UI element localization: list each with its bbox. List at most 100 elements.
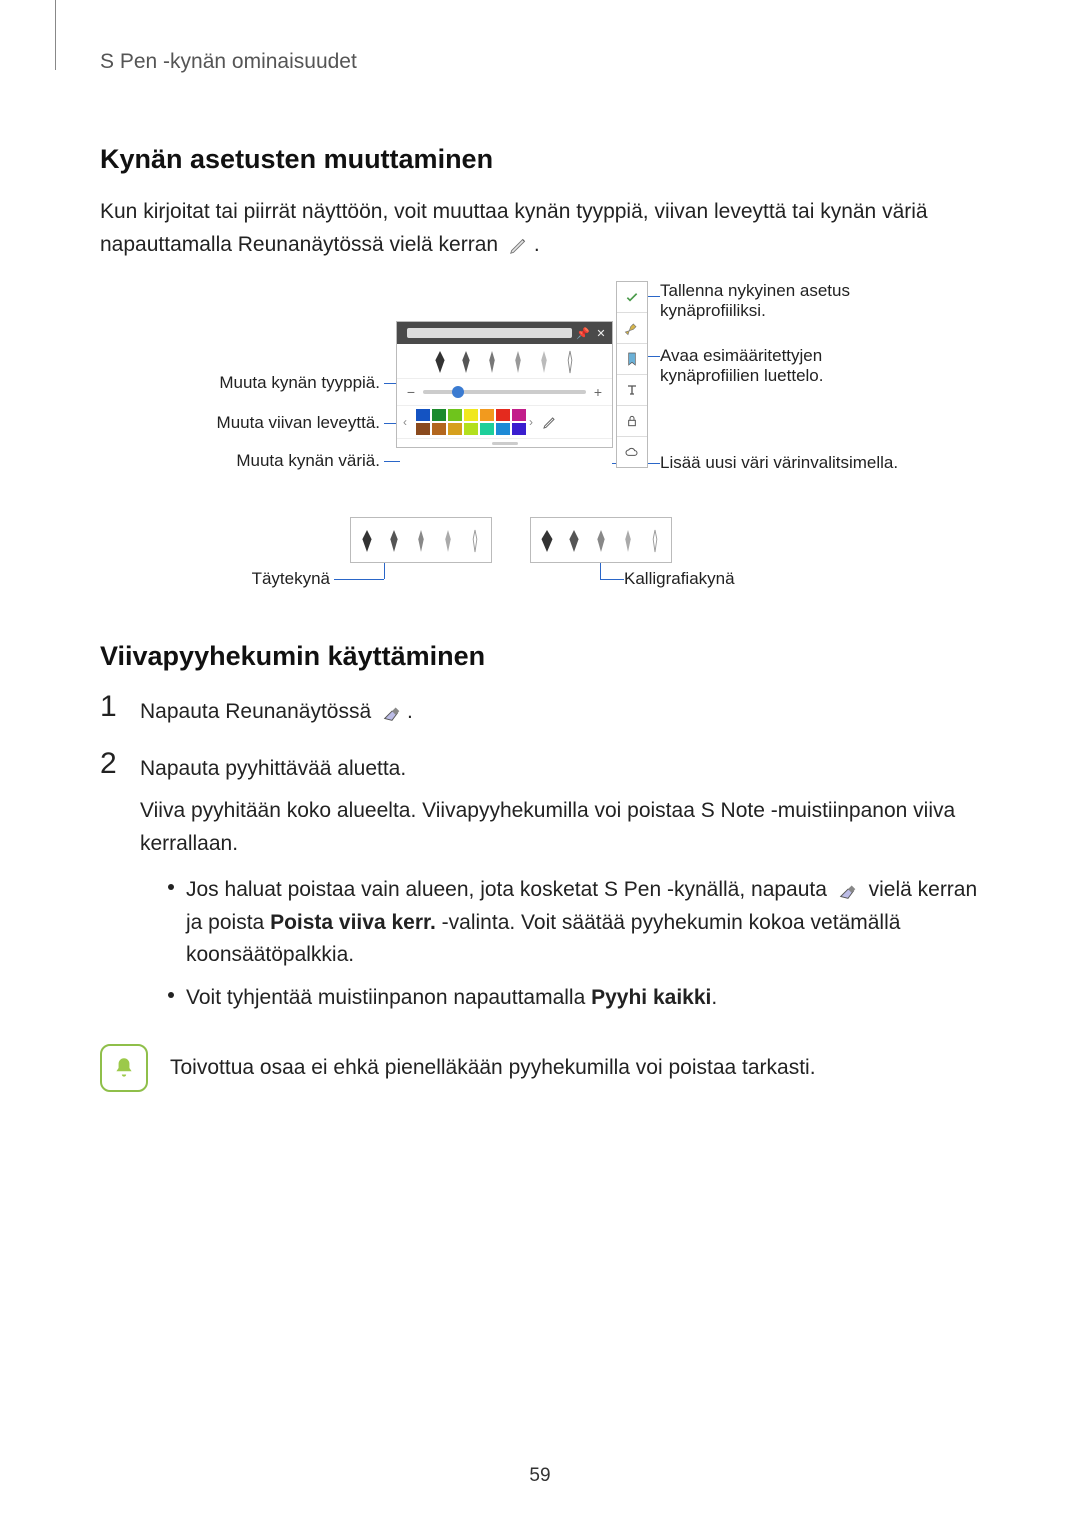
swatch[interactable] xyxy=(448,423,462,435)
color-picker-icon[interactable] xyxy=(542,414,558,430)
nib-icon xyxy=(643,526,667,554)
line-width-row[interactable]: − + xyxy=(397,379,612,406)
lock-button[interactable] xyxy=(617,406,647,437)
step1-end: . xyxy=(407,700,413,723)
callout-calligraphy-pen: Kalligrafiakynä xyxy=(624,569,735,589)
calligraphy-pen-preview xyxy=(530,517,672,563)
pen-nib-4[interactable] xyxy=(506,347,530,375)
pen-nib-1[interactable] xyxy=(428,347,452,375)
minus-icon[interactable]: − xyxy=(405,384,417,400)
margin-rule xyxy=(55,0,56,70)
step-2-body: Napauta pyyhittävää aluetta. Viiva pyyhi… xyxy=(140,749,980,1025)
pen-nib-5[interactable] xyxy=(532,347,556,375)
note-icon-box xyxy=(100,1044,148,1092)
eraser-icon xyxy=(837,880,859,902)
bookmark-icon xyxy=(624,351,640,367)
section1-intro-end: . xyxy=(534,233,540,256)
bullet-icon xyxy=(168,874,174,972)
text-button[interactable] xyxy=(617,375,647,406)
pen-icon xyxy=(508,234,530,256)
b1-a: Jos haluat poistaa vain alueen, jota kos… xyxy=(186,878,833,901)
chevron-right-icon[interactable]: › xyxy=(529,415,539,429)
step2-text: Napauta pyyhittävää aluetta. xyxy=(140,753,980,786)
chevron-left-icon[interactable]: ‹ xyxy=(403,415,413,429)
swatch[interactable] xyxy=(416,423,430,435)
swatch[interactable] xyxy=(448,409,462,421)
page-number: 59 xyxy=(0,1465,1080,1487)
fountain-pen-preview xyxy=(350,517,492,563)
numbered-steps: 1 Napauta Reunanäytössä . 2 Napauta pyyh… xyxy=(100,692,980,1024)
b2-b: . xyxy=(711,986,717,1009)
b1-bold: Poista viiva kerr. xyxy=(270,911,436,934)
bullet-2-text: Voit tyhjentää muistiinpanon napauttamal… xyxy=(186,982,717,1015)
callout-line xyxy=(334,579,384,580)
swatch[interactable] xyxy=(432,409,446,421)
close-icon[interactable]: ✕ xyxy=(594,326,608,340)
pen-type-row[interactable] xyxy=(397,344,612,379)
pen-nib-6[interactable] xyxy=(558,347,582,375)
drag-handle-icon[interactable] xyxy=(397,439,612,447)
nib-icon xyxy=(535,526,559,554)
swatch[interactable] xyxy=(464,409,478,421)
pen-profile-button[interactable] xyxy=(617,313,647,344)
width-slider[interactable] xyxy=(423,390,586,394)
callout-pen-color: Muuta kynän väriä. xyxy=(100,451,380,471)
callout-open-profiles-text: Avaa esimääritettyjen kynäprofiilien lue… xyxy=(660,346,880,386)
callout-color-picker: Lisää uusi väri värinvalitsimella. xyxy=(660,453,898,473)
eraser-icon xyxy=(381,702,403,724)
nib-icon xyxy=(616,526,640,554)
callout-fountain-pen: Täytekynä xyxy=(100,569,330,589)
note-text: Toivottua osaa ei ehkä pienelläkään pyyh… xyxy=(170,1044,816,1085)
info-note: Toivottua osaa ei ehkä pienelläkään pyyh… xyxy=(100,1044,980,1092)
text-icon xyxy=(624,382,640,398)
section2-title: Viivapyyhekumin käyttäminen xyxy=(100,641,980,672)
b2-a: Voit tyhjentää muistiinpanon napauttamal… xyxy=(186,986,591,1009)
color-row[interactable]: ‹ › xyxy=(397,406,612,439)
cloud-button[interactable] xyxy=(617,437,647,467)
step-1: 1 Napauta Reunanäytössä . xyxy=(100,692,980,729)
swatch[interactable] xyxy=(496,409,510,421)
callout-line xyxy=(648,296,660,297)
panel-titlebar: 📌 ✕ xyxy=(397,322,612,344)
pen-nib-2[interactable] xyxy=(454,347,478,375)
pen-side-toolbar xyxy=(616,281,648,468)
step-number: 2 xyxy=(100,749,124,779)
swatch[interactable] xyxy=(512,409,526,421)
nib-icon xyxy=(409,526,433,554)
b2-bold: Pyyhi kaikki xyxy=(591,986,711,1009)
running-header: S Pen -kynän ominaisuudet xyxy=(100,50,980,74)
swatch[interactable] xyxy=(512,423,526,435)
color-swatches[interactable] xyxy=(416,409,526,435)
step2-detail: Viiva pyyhitään koko alueelta. Viivapyyh… xyxy=(140,795,980,860)
step-2: 2 Napauta pyyhittävää aluetta. Viiva pyy… xyxy=(100,749,980,1025)
bell-icon xyxy=(111,1055,137,1081)
section1-title: Kynän asetusten muuttaminen xyxy=(100,144,980,175)
pin-icon[interactable]: 📌 xyxy=(576,326,590,340)
section1-intro: Kun kirjoitat tai piirrät näyttöön, voit… xyxy=(100,196,980,261)
callout-line-width: Muuta viivan leveyttä. xyxy=(100,413,380,433)
pen-nib-3[interactable] xyxy=(480,347,504,375)
callout-save-profile-text: Tallenna nykyinen asetus kynäprofiiliksi… xyxy=(660,281,880,321)
bookmark-button[interactable] xyxy=(617,344,647,375)
swatch[interactable] xyxy=(480,423,494,435)
cloud-icon xyxy=(624,444,640,460)
save-profile-button[interactable] xyxy=(617,282,647,313)
swatch[interactable] xyxy=(416,409,430,421)
panel-title-placeholder xyxy=(407,328,572,338)
callout-line xyxy=(600,579,624,580)
nib-icon xyxy=(562,526,586,554)
lock-icon xyxy=(624,413,640,429)
swatch[interactable] xyxy=(496,423,510,435)
swatch[interactable] xyxy=(480,409,494,421)
swatch[interactable] xyxy=(464,423,478,435)
nib-icon xyxy=(355,526,379,554)
slider-thumb[interactable] xyxy=(452,386,464,398)
callout-pen-type: Muuta kynän tyyppiä. xyxy=(100,373,380,393)
nib-icon xyxy=(382,526,406,554)
plus-icon[interactable]: + xyxy=(592,384,604,400)
callout-line xyxy=(384,461,400,462)
callout-line xyxy=(384,563,385,579)
swatch[interactable] xyxy=(432,423,446,435)
callout-line xyxy=(600,563,601,579)
step-1-body: Napauta Reunanäytössä . xyxy=(140,692,413,729)
